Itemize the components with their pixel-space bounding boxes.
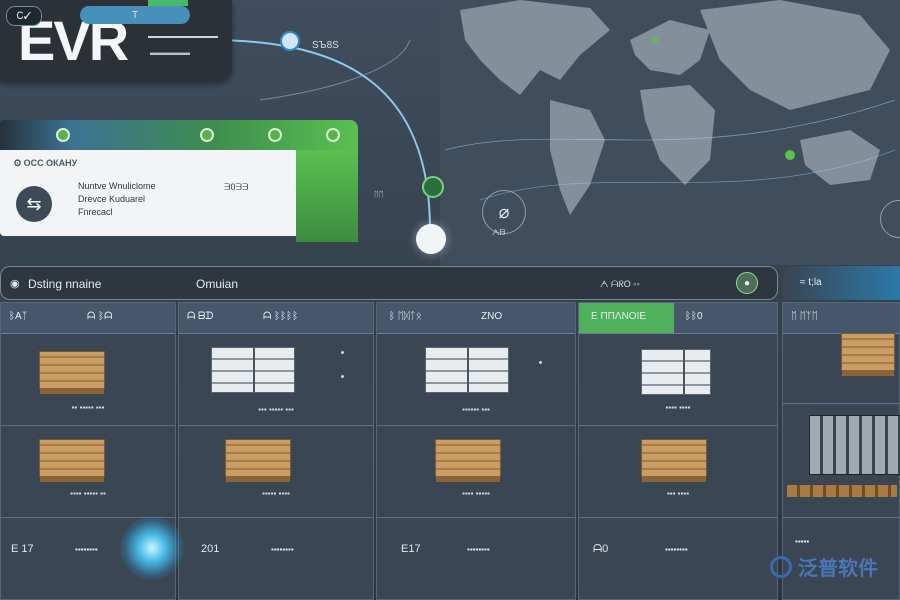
- column-header: ᛒ ᛖᛞᛏᛟ ZNO: [377, 303, 575, 334]
- row-divider: [377, 517, 575, 518]
- inventory-column-4: E ΠΠΛΝΟΙΕ ᛒᛒ0 ▪▪▪▪ ▪▪▪▪ ▪▪▪ ▪▪▪▪ ᗩ0 ▪▪▪▪…: [578, 302, 778, 600]
- status-dot: [341, 375, 344, 378]
- server-stack-image: [425, 347, 509, 393]
- item-label: ▪▪▪ ▪▪▪▪▪ ▪▪▪: [258, 405, 294, 414]
- column-head-right: ᛒᛒ0: [685, 311, 703, 322]
- crate-image: [225, 439, 291, 482]
- column-head-left: ᛒ ᛖᛞᛏᛟ: [389, 311, 422, 322]
- row-divider: [377, 425, 575, 426]
- column-header: E ΠΠΛΝΟΙΕ ᛒᛒ0: [579, 303, 777, 334]
- footer-right: ▪▪▪▪▪▪▪▪: [467, 545, 490, 554]
- row-divider: [579, 425, 777, 426]
- footer-left: 201: [201, 543, 220, 555]
- crate-image: [39, 351, 105, 394]
- search-icon: ◉: [10, 278, 20, 290]
- row-divider: [783, 403, 899, 404]
- tab-0[interactable]: Ꮯ✓: [6, 6, 42, 26]
- status-dot: [539, 361, 542, 364]
- footer-left: E 17: [11, 543, 34, 555]
- footer-right: ▪▪▪▪▪▪▪▪: [665, 545, 688, 554]
- server-stack-image: [211, 347, 295, 393]
- item-label: ▪▪▪▪▪ ▪▪▪▪: [262, 489, 290, 498]
- status-dot: [341, 351, 344, 354]
- crate-image: [435, 439, 501, 482]
- column-head-left: ᛖ ᛖᛉᛖ: [791, 311, 818, 322]
- tab-status-icon-2[interactable]: [200, 128, 214, 142]
- column-head-left: ᛒAᛉ: [9, 311, 28, 322]
- footer-right: ▪▪▪▪▪▪▪▪: [271, 545, 294, 554]
- column-head-right: ZNO: [481, 311, 503, 322]
- info-card-value: ᗱ0ᗱᗱ: [224, 182, 249, 192]
- info-line-2: Drevce Kuduarel: [78, 194, 146, 204]
- map-node-label: ᛖᛖ: [374, 190, 384, 199]
- footer-left: ᗩ0: [593, 543, 609, 555]
- info-line-3: Fnrecacl: [78, 207, 113, 217]
- search-bar[interactable]: [0, 266, 778, 300]
- item-label: ▪▪▪▪ ▪▪▪▪▪ ▪▪: [70, 489, 106, 498]
- column-head-right: ᗩ ᛒᗩ: [87, 311, 113, 322]
- glow-highlight: [120, 516, 184, 580]
- row-divider: [179, 517, 373, 518]
- location-marker-icon[interactable]: [422, 176, 444, 198]
- info-line-1: Nuntve Wnuliclome: [78, 181, 156, 191]
- tab-status-icon-3[interactable]: [268, 128, 282, 142]
- panel-tab-bar: [0, 120, 358, 150]
- tab-1[interactable]: T: [80, 6, 190, 24]
- row-divider: [179, 425, 373, 426]
- item-label: ▪▪▪▪ ▪▪▪▪: [665, 403, 691, 412]
- route-label: SЪ8S: [312, 40, 339, 51]
- arrow-icon[interactable]: ⇆: [16, 186, 52, 222]
- column-header: ᛒAᛉ ᗩ ᛒᗩ: [1, 303, 175, 334]
- watermark-logo-icon: [770, 556, 792, 578]
- info-card-title: Ꙩ ОСС ОКAНУ: [14, 158, 78, 168]
- inventory-column-3: ᛒ ᛖᛞᛏᛟ ZNO ▪▪▪▪▪▪ ▪▪▪ ▪▪▪▪ ▪▪▪▪▪ E17 ▪▪▪…: [376, 302, 576, 600]
- crate-image: [39, 439, 105, 482]
- logo-subtext: ▬▬▬▬▬: [150, 48, 190, 57]
- crate-image: [641, 439, 707, 482]
- pallet-image: [787, 485, 897, 497]
- column-head-right: ᗩ ᛒᛒᛒᛒ: [263, 311, 299, 322]
- crate-image: [841, 333, 895, 376]
- watermark-text: 泛普软件: [798, 556, 878, 580]
- side-card-label: ≈ t;la: [800, 277, 822, 288]
- item-label: ▪▪▪▪ ▪▪▪▪▪: [462, 489, 490, 498]
- info-card-lines: Nuntve Wnuliclome Drevce Kuduarel Fnreca…: [78, 180, 156, 219]
- tab-status-icon-4[interactable]: [326, 128, 340, 142]
- row-divider: [1, 425, 175, 426]
- search-bar-status: ᗅ ᗩᖇO ◦◦: [600, 279, 640, 289]
- search-action-button[interactable]: ●: [736, 272, 758, 294]
- timeline-node[interactable]: [416, 224, 446, 254]
- stat-label: ᗅᗷ: [492, 228, 506, 237]
- server-stack-image: [641, 349, 711, 395]
- panel-green-strip: [296, 150, 358, 242]
- rack-image: [809, 415, 900, 475]
- tab-status-icon[interactable]: [56, 128, 70, 142]
- item-label: ▪▪ ▪▪▪▪▪ ▪▪▪: [71, 403, 105, 412]
- search-bar-filter: Omuian: [196, 277, 239, 291]
- row-divider: [579, 517, 777, 518]
- column-head-left: ᗩ ᗷᗪ: [187, 311, 214, 322]
- logo-divider: [148, 36, 218, 38]
- footer-right: ▪▪▪▪▪▪▪▪: [75, 545, 98, 554]
- column-head-left: E ΠΠΛΝΟΙΕ: [591, 311, 647, 322]
- row-divider: [783, 517, 899, 518]
- inventory-column-2: ᗩ ᗷᗪ ᗩ ᛒᛒᛒᛒ ▪▪▪ ▪▪▪▪▪ ▪▪▪ ▪▪▪▪▪ ▪▪▪▪ 201…: [178, 302, 374, 600]
- item-label: ▪▪▪ ▪▪▪▪: [666, 489, 690, 498]
- item-label: ▪▪▪▪▪▪ ▪▪▪: [462, 405, 490, 414]
- route-node-icon[interactable]: [280, 31, 300, 51]
- footer-left: E17: [401, 543, 421, 555]
- column-header: ᗩ ᗷᗪ ᗩ ᛒᛒᛒᛒ: [179, 303, 373, 334]
- footer-left: ▪▪▪▪▪: [795, 537, 810, 546]
- column-header: ᛖ ᛖᛉᛖ: [783, 303, 899, 334]
- search-bar-text: Dsting nnaine: [28, 277, 102, 291]
